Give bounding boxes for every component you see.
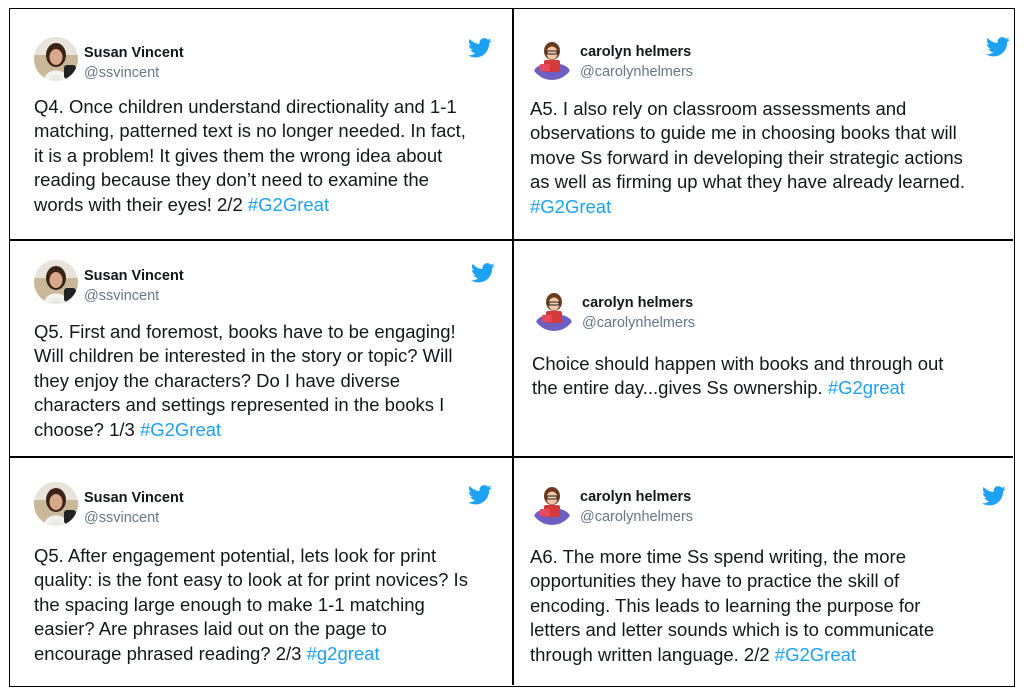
tweet-text: Q4. Once children understand directional…: [34, 95, 466, 217]
tweet-body: A5. I also rely on classroom assessments…: [530, 98, 965, 193]
author-name[interactable]: Susan Vincent: [84, 488, 184, 508]
tweet-body: Q5. First and foremost, books have to be…: [34, 321, 456, 440]
author-handle[interactable]: @ssvincent: [84, 508, 184, 528]
tweet-text: Choice should happen with books and thro…: [532, 352, 943, 401]
tweet-text: A5. I also rely on classroom assessments…: [530, 97, 965, 219]
twitter-bird-icon[interactable]: [986, 37, 1010, 57]
tweet-header: carolyn helmers @carolynhelmers: [530, 36, 693, 82]
tweet-card[interactable]: carolyn helmers @carolynhelmers Choice s…: [514, 241, 1014, 456]
hashtag-link[interactable]: #G2Great: [775, 644, 856, 665]
tweet-card[interactable]: carolyn helmers @carolynhelmers A6. The …: [514, 458, 1014, 685]
twitter-bird-icon[interactable]: [982, 486, 1006, 506]
tweet-body: Q5. After engagement potential, lets loo…: [34, 545, 468, 664]
avatar[interactable]: [530, 36, 574, 80]
twitter-bird-icon[interactable]: [468, 485, 492, 505]
author-name[interactable]: Susan Vincent: [84, 266, 184, 286]
tweet-header: carolyn helmers @carolynhelmers: [530, 481, 693, 527]
hashtag-link[interactable]: #G2Great: [248, 194, 329, 215]
hashtag-link[interactable]: #g2great: [307, 643, 380, 664]
tweet-card[interactable]: Susan Vincent @ssvincent Q4. Once childr…: [10, 9, 512, 239]
avatar[interactable]: [532, 287, 576, 331]
tweet-body: A6. The more time Ss spend writing, the …: [530, 546, 935, 665]
tweet-grid: Susan Vincent @ssvincent Q4. Once childr…: [9, 8, 1015, 687]
avatar[interactable]: [34, 37, 78, 81]
tweet-text: A6. The more time Ss spend writing, the …: [530, 545, 934, 667]
author-handle[interactable]: @carolynhelmers: [580, 507, 693, 527]
author-handle[interactable]: @carolynhelmers: [582, 313, 695, 333]
tweet-header: Susan Vincent @ssvincent: [34, 482, 184, 528]
avatar[interactable]: [530, 481, 574, 525]
hashtag-link[interactable]: #G2Great: [140, 419, 221, 440]
tweet-text: Q5. After engagement potential, lets loo…: [34, 544, 468, 666]
tweet-header: Susan Vincent @ssvincent: [34, 37, 184, 83]
tweet-card[interactable]: carolyn helmers @carolynhelmers A5. I al…: [514, 9, 1014, 239]
author-name[interactable]: carolyn helmers: [582, 293, 695, 313]
tweet-card[interactable]: Susan Vincent @ssvincent Q5. After engag…: [10, 458, 512, 685]
hashtag-link[interactable]: #G2great: [828, 377, 905, 398]
author-name[interactable]: Susan Vincent: [84, 43, 184, 63]
tweet-card[interactable]: Susan Vincent @ssvincent Q5. First and f…: [10, 241, 512, 456]
tweet-text: Q5. First and foremost, books have to be…: [34, 320, 456, 442]
author-handle[interactable]: @ssvincent: [84, 286, 184, 306]
author-name[interactable]: carolyn helmers: [580, 487, 693, 507]
author-handle[interactable]: @carolynhelmers: [580, 62, 693, 82]
hashtag-link[interactable]: #G2Great: [530, 196, 611, 217]
avatar[interactable]: [34, 482, 78, 526]
twitter-bird-icon[interactable]: [471, 263, 495, 283]
tweet-header: carolyn helmers @carolynhelmers: [532, 287, 695, 333]
twitter-bird-icon[interactable]: [468, 38, 492, 58]
author-name[interactable]: carolyn helmers: [580, 42, 693, 62]
avatar[interactable]: [34, 260, 78, 304]
author-handle[interactable]: @ssvincent: [84, 63, 184, 83]
tweet-header: Susan Vincent @ssvincent: [34, 260, 184, 306]
